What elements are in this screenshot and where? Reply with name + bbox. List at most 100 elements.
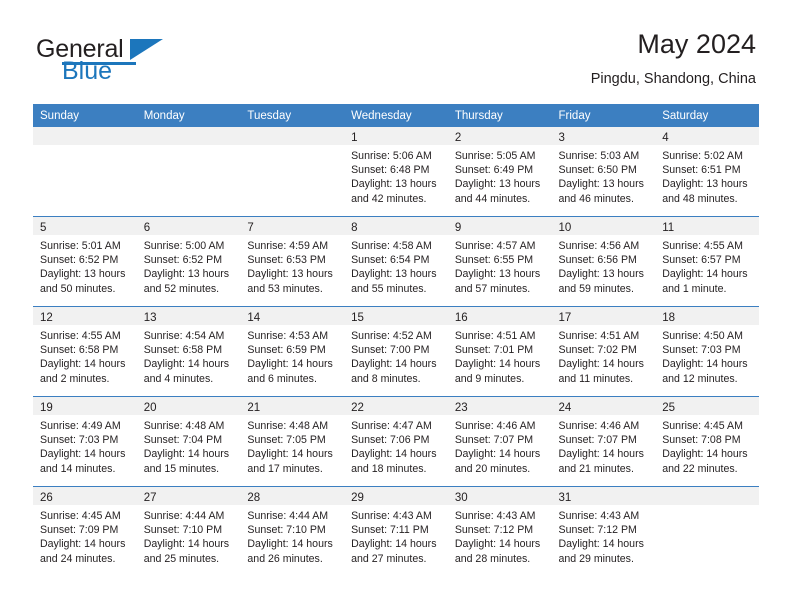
sunrise-text: Sunrise: 5:00 AM [143, 240, 225, 252]
sunrise-text: Sunrise: 4:45 AM [40, 510, 121, 522]
daylight-text-line2: and 11 minutes. [558, 372, 634, 385]
day-number: 11 [662, 222, 675, 234]
sunrise-text: Sunrise: 4:48 AM [143, 420, 225, 432]
daylight-text-line2: and 2 minutes. [40, 372, 110, 385]
day-number-band: 4 [655, 127, 759, 145]
sunrise-text: Sunrise: 5:02 AM [662, 150, 743, 162]
day-number-band: 28 [240, 487, 345, 505]
sunset-text: Sunset: 7:09 PM [40, 524, 119, 537]
sunrise-text: Sunrise: 4:53 AM [247, 330, 329, 342]
sunrise-text: Sunrise: 4:54 AM [143, 330, 225, 342]
daylight-text-line1: Daylight: 14 hours [454, 448, 541, 461]
sunset-text: Sunset: 6:52 PM [40, 254, 119, 267]
day-number: 6 [143, 222, 151, 234]
calendar-day-cell[interactable]: 2 Sunrise: 5:05 AM Sunset: 6:49 PM Daylight… [447, 127, 552, 217]
day-number: 30 [454, 492, 468, 504]
daylight-text-line2: and 25 minutes. [143, 552, 220, 565]
calendar-day-cell[interactable]: 29 Sunrise: 4:43 AM Sunset: 7:11 PM Dayligh… [344, 486, 448, 576]
calendar-day-cell[interactable]: 1 Sunrise: 5:06 AM Sunset: 6:48 PM Daylight… [344, 127, 448, 217]
calendar-day-cell[interactable]: 15 Sunrise: 4:52 AM Sunset: 7:00 PM Dayligh… [344, 306, 448, 397]
sunset-text: Sunset: 7:06 PM [351, 434, 430, 447]
day-number-band: 31 [551, 487, 656, 505]
calendar-day-cell[interactable]: 24 Sunrise: 4:46 AM Sunset: 7:07 PM Dayligh… [551, 396, 656, 487]
sunset-text: Sunset: 6:49 PM [454, 164, 534, 177]
daylight-text-line1: Daylight: 14 hours [40, 358, 126, 371]
day-number: 29 [351, 492, 364, 504]
calendar-day-cell[interactable]: 17 Sunrise: 4:51 AM Sunset: 7:02 PM Dayligh… [551, 306, 656, 397]
calendar-grid: Sunday Monday Tuesday Wednesday Thursday… [33, 104, 759, 576]
calendar-day-cell[interactable]: 11 Sunrise: 4:55 AM Sunset: 6:57 PM Dayligh… [655, 216, 759, 307]
calendar-day-cell[interactable]: 26 Sunrise: 4:45 AM Sunset: 7:09 PM Dayligh… [33, 486, 137, 576]
calendar-day-cell[interactable]: 14 Sunrise: 4:53 AM Sunset: 6:59 PM Dayligh… [240, 306, 345, 397]
calendar-day-cell[interactable]: 12 Sunrise: 4:55 AM Sunset: 6:58 PM Dayligh… [33, 306, 137, 397]
day-details: Sunrise: 4:55 AM Sunset: 6:58 PM Daylight:… [33, 325, 137, 386]
calendar-day-cell[interactable]: 16 Sunrise: 4:51 AM Sunset: 7:01 PM Dayligh… [447, 306, 552, 397]
sunset-text: Sunset: 6:50 PM [558, 164, 637, 177]
calendar-week-row: 5 Sunrise: 5:01 AM Sunset: 6:52 PM Daylight… [33, 216, 759, 307]
day-number-band: 25 [655, 397, 759, 415]
day-number: 24 [558, 402, 572, 414]
calendar-day-cell[interactable]: 21 Sunrise: 4:48 AM Sunset: 7:05 PM Dayligh… [240, 396, 345, 487]
day-number: 18 [662, 312, 676, 324]
daylight-text-line2: and 12 minutes. [662, 372, 738, 385]
daylight-text-line2: and 44 minutes. [454, 192, 531, 205]
day-number: 9 [454, 222, 462, 234]
day-number: 13 [143, 312, 157, 324]
calendar-day-cell[interactable]: 3 Sunrise: 5:03 AM Sunset: 6:50 PM Daylight… [551, 127, 656, 217]
calendar-day-cell[interactable]: 5 Sunrise: 5:01 AM Sunset: 6:52 PM Daylight… [33, 216, 137, 307]
daylight-text-line1: Daylight: 13 hours [247, 268, 333, 281]
calendar-day-cell[interactable]: 9 Sunrise: 4:57 AM Sunset: 6:55 PM Daylight… [447, 216, 552, 307]
sunrise-text: Sunrise: 4:43 AM [454, 510, 536, 522]
daylight-text-line2: and 20 minutes. [454, 462, 531, 475]
day-details: Sunrise: 4:58 AM Sunset: 6:54 PM Daylight:… [344, 235, 448, 296]
day-number-band: 6 [136, 217, 241, 235]
day-details: Sunrise: 5:01 AM Sunset: 6:52 PM Daylight:… [33, 235, 137, 296]
calendar-week-row: 19 Sunrise: 4:49 AM Sunset: 7:03 PM Dayligh… [33, 396, 759, 487]
page-header: General Blue May 2024 Pingdu, Shandong, … [36, 28, 756, 90]
calendar-day-cell[interactable]: 13 Sunrise: 4:54 AM Sunset: 6:58 PM Dayligh… [136, 306, 241, 397]
daylight-text-line1: Daylight: 14 hours [247, 358, 333, 371]
calendar-day-cell[interactable]: 7 Sunrise: 4:59 AM Sunset: 6:53 PM Daylight… [240, 216, 345, 307]
day-details: Sunrise: 4:43 AM Sunset: 7:12 PM Daylight:… [448, 505, 552, 566]
calendar-day-cell[interactable]: 31 Sunrise: 4:43 AM Sunset: 7:12 PM Dayligh… [551, 486, 656, 576]
sunrise-text: Sunrise: 4:59 AM [247, 240, 329, 252]
sunset-text: Sunset: 6:55 PM [454, 254, 534, 267]
calendar-day-cell[interactable]: 6 Sunrise: 5:00 AM Sunset: 6:52 PM Daylight… [136, 216, 241, 307]
daylight-text-line2: and 21 minutes. [558, 462, 634, 475]
calendar-day-cell[interactable]: 25 Sunrise: 4:45 AM Sunset: 7:08 PM Dayligh… [655, 396, 759, 487]
day-number-band: 27 [136, 487, 241, 505]
sunrise-text: Sunrise: 4:55 AM [662, 240, 743, 252]
day-details: Sunrise: 4:53 AM Sunset: 6:59 PM Daylight:… [240, 325, 344, 386]
calendar-day-cell[interactable]: 10 Sunrise: 4:56 AM Sunset: 6:56 PM Dayligh… [551, 216, 656, 307]
day-number-band: 7 [240, 217, 345, 235]
day-details: Sunrise: 4:48 AM Sunset: 7:04 PM Daylight:… [137, 415, 241, 476]
day-number-band: 20 [136, 397, 241, 415]
day-details: Sunrise: 5:06 AM Sunset: 6:48 PM Daylight:… [344, 145, 448, 206]
sunrise-text: Sunrise: 4:55 AM [40, 330, 121, 342]
calendar-day-cell[interactable]: 30 Sunrise: 4:43 AM Sunset: 7:12 PM Dayligh… [447, 486, 552, 576]
calendar-day-cell[interactable]: 19 Sunrise: 4:49 AM Sunset: 7:03 PM Dayligh… [33, 396, 137, 487]
calendar-day-cell[interactable]: 27 Sunrise: 4:44 AM Sunset: 7:10 PM Dayligh… [136, 486, 241, 576]
day-number-band [655, 487, 759, 505]
sunset-text: Sunset: 6:48 PM [351, 164, 430, 177]
day-number: 4 [662, 132, 669, 144]
calendar-day-cell[interactable]: 4 Sunrise: 5:02 AM Sunset: 6:51 PM Daylight… [655, 127, 759, 217]
sunset-text: Sunset: 7:02 PM [558, 344, 637, 357]
day-number-band: 24 [551, 397, 656, 415]
calendar-day-cell[interactable]: 18 Sunrise: 4:50 AM Sunset: 7:03 PM Dayligh… [655, 306, 759, 397]
sunset-text: Sunset: 7:03 PM [662, 344, 741, 357]
calendar-day-cell[interactable]: 23 Sunrise: 4:46 AM Sunset: 7:07 PM Dayligh… [447, 396, 552, 487]
calendar-day-cell[interactable]: 28 Sunrise: 4:44 AM Sunset: 7:10 PM Dayligh… [240, 486, 345, 576]
day-number-band: 17 [551, 307, 656, 325]
sunrise-text: Sunrise: 4:43 AM [558, 510, 640, 522]
calendar-day-cell[interactable]: 8 Sunrise: 4:58 AM Sunset: 6:54 PM Daylight… [344, 216, 448, 307]
sunrise-text: Sunrise: 4:44 AM [143, 510, 225, 522]
day-details: Sunrise: 4:44 AM Sunset: 7:10 PM Daylight:… [137, 505, 241, 566]
day-details: Sunrise: 4:46 AM Sunset: 7:07 PM Daylight:… [448, 415, 552, 476]
sunrise-text: Sunrise: 5:06 AM [351, 150, 432, 162]
calendar-day-cell[interactable]: 20 Sunrise: 4:48 AM Sunset: 7:04 PM Dayligh… [136, 396, 241, 487]
calendar-day-cell[interactable]: 22 Sunrise: 4:47 AM Sunset: 7:06 PM Dayligh… [344, 396, 448, 487]
day-number: 23 [454, 402, 468, 414]
day-number-band: 18 [655, 307, 759, 325]
daylight-text-line2: and 26 minutes. [247, 552, 323, 565]
